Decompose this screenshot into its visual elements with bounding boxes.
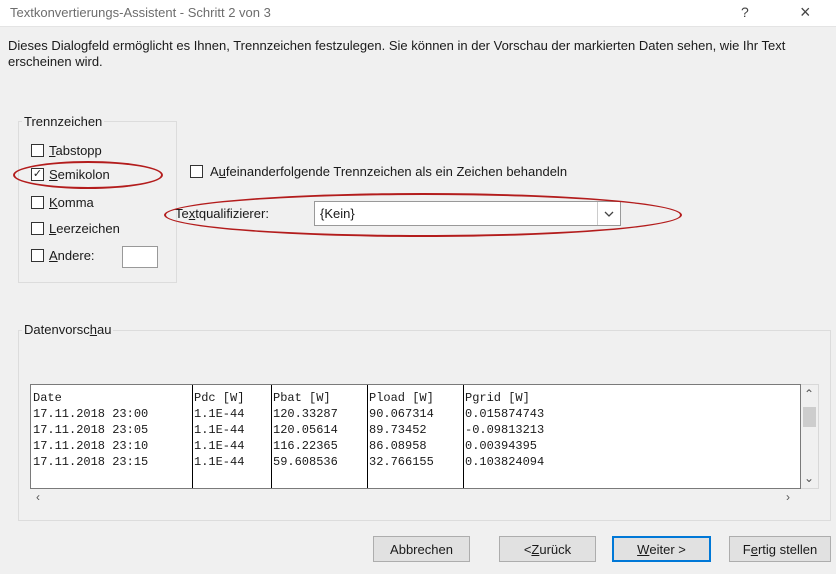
text-import-wizard-dialog: Textkonvertierungs-Assistent - Schritt 2… bbox=[0, 0, 836, 574]
preview-cell: 1.1E-44 bbox=[194, 407, 245, 421]
text-qualifier-value: {Kein} bbox=[320, 206, 355, 221]
next-button[interactable]: Weiter > bbox=[612, 536, 711, 562]
preview-cell: Date bbox=[33, 391, 62, 405]
checkbox-tab-box[interactable] bbox=[31, 144, 44, 157]
data-preview-grid[interactable]: Date Pdc [W] Pbat [W] Pload [W] Pgrid [W… bbox=[30, 384, 801, 489]
text-qualifier-select[interactable]: {Kein} bbox=[314, 201, 621, 226]
preview-cell: 120.33287 bbox=[273, 407, 338, 421]
preview-row: 17.11.2018 23:05 1.1E-44 120.05614 89.73… bbox=[33, 423, 544, 438]
preview-cell: Pgrid [W] bbox=[465, 391, 530, 405]
preview-cell: 17.11.2018 23:05 bbox=[33, 423, 149, 437]
column-separator[interactable] bbox=[271, 385, 272, 488]
preview-row: 17.11.2018 23:00 1.1E-44 120.33287 90.06… bbox=[33, 407, 544, 422]
preview-cell: 17.11.2018 23:00 bbox=[33, 407, 149, 421]
checkbox-space[interactable]: Leerzeichen bbox=[31, 221, 120, 236]
scroll-left-icon[interactable]: ‹ bbox=[36, 490, 40, 504]
preview-cell: -0.09813213 bbox=[465, 423, 545, 437]
preview-cell: 89.73452 bbox=[369, 423, 427, 437]
chevron-down-icon[interactable] bbox=[597, 202, 620, 225]
preview-cell: Pdc [W] bbox=[194, 391, 245, 405]
cancel-button[interactable]: Abbrechen bbox=[373, 536, 470, 562]
horizontal-scrollbar[interactable]: ‹ › bbox=[30, 489, 801, 507]
checkbox-comma[interactable]: Komma bbox=[31, 195, 94, 210]
checkbox-semicolon-box[interactable]: ✓ bbox=[31, 168, 44, 181]
vertical-scroll-thumb[interactable] bbox=[803, 407, 816, 427]
preview-cell: 59.608536 bbox=[273, 455, 338, 469]
column-separator[interactable] bbox=[463, 385, 464, 488]
checkbox-semicolon[interactable]: ✓ Semikolon bbox=[31, 167, 110, 182]
preview-cell: 32.766155 bbox=[369, 455, 434, 469]
checkbox-consecutive-box[interactable] bbox=[190, 165, 203, 178]
preview-row: 17.11.2018 23:10 1.1E-44 116.22365 86.08… bbox=[33, 439, 537, 454]
preview-row: 17.11.2018 23:15 1.1E-44 59.608536 32.76… bbox=[33, 455, 544, 470]
window-title: Textkonvertierungs-Assistent - Schritt 2… bbox=[10, 5, 271, 20]
checkbox-tab[interactable]: Tabstopp bbox=[31, 143, 102, 158]
checkbox-consecutive-delimiters[interactable]: Aufeinanderfolgende Trennzeichen als ein… bbox=[190, 164, 567, 179]
back-button[interactable]: < Zurück bbox=[499, 536, 596, 562]
preview-cell: 120.05614 bbox=[273, 423, 338, 437]
checkbox-space-label: Leerzeichen bbox=[49, 221, 120, 236]
delimiters-group-label: Trennzeichen bbox=[22, 114, 105, 129]
preview-cell: Pbat [W] bbox=[273, 391, 331, 405]
checkbox-comma-label: Komma bbox=[49, 195, 94, 210]
preview-cell: 0.00394395 bbox=[465, 439, 538, 453]
checkbox-other-label: Andere: bbox=[49, 248, 95, 263]
preview-cell: 86.08958 bbox=[369, 439, 427, 453]
finish-button[interactable]: Fe rtig stellen bbox=[729, 536, 831, 562]
checkbox-other-box[interactable] bbox=[31, 249, 44, 262]
scroll-up-icon[interactable]: ⌃ bbox=[804, 387, 814, 401]
preview-cell: 1.1E-44 bbox=[194, 455, 245, 469]
description-text: Dieses Dialogfeld ermöglicht es Ihnen, T… bbox=[8, 38, 786, 69]
checkbox-semicolon-label: Semikolon bbox=[49, 167, 110, 182]
scroll-down-icon[interactable]: ⌄ bbox=[804, 471, 814, 485]
checkbox-tab-label: Tabstopp bbox=[49, 143, 102, 158]
column-separator[interactable] bbox=[192, 385, 193, 488]
preview-cell: 1.1E-44 bbox=[194, 423, 245, 437]
checkbox-other[interactable]: Andere: bbox=[31, 248, 95, 263]
title-bar: Textkonvertierungs-Assistent - Schritt 2… bbox=[0, 0, 836, 27]
checkbox-space-box[interactable] bbox=[31, 222, 44, 235]
preview-cell: 90.067314 bbox=[369, 407, 434, 421]
preview-cell: 116.22365 bbox=[273, 439, 338, 453]
preview-cell: 0.103824094 bbox=[465, 455, 545, 469]
scroll-right-icon[interactable]: › bbox=[786, 490, 790, 504]
vertical-scrollbar[interactable]: ⌃ ⌄ bbox=[801, 384, 819, 489]
column-separator[interactable] bbox=[367, 385, 368, 488]
other-delimiter-input[interactable] bbox=[122, 246, 158, 268]
data-preview-group-label: Datenvorschau bbox=[22, 322, 114, 337]
text-qualifier-label: Textqualifizierer: bbox=[175, 206, 269, 221]
preview-cell: 17.11.2018 23:15 bbox=[33, 455, 149, 469]
preview-cell: 0.015874743 bbox=[465, 407, 545, 421]
preview-header-row: Date Pdc [W] Pbat [W] Pload [W] Pgrid [W… bbox=[33, 391, 530, 406]
checkbox-comma-box[interactable] bbox=[31, 196, 44, 209]
preview-cell: 17.11.2018 23:10 bbox=[33, 439, 149, 453]
help-button[interactable]: ? bbox=[741, 4, 749, 20]
preview-cell: 1.1E-44 bbox=[194, 439, 245, 453]
checkbox-consecutive-label: Aufeinanderfolgende Trennzeichen als ein… bbox=[210, 164, 568, 179]
close-button[interactable]: × bbox=[800, 2, 811, 23]
preview-cell: Pload [W] bbox=[369, 391, 434, 405]
